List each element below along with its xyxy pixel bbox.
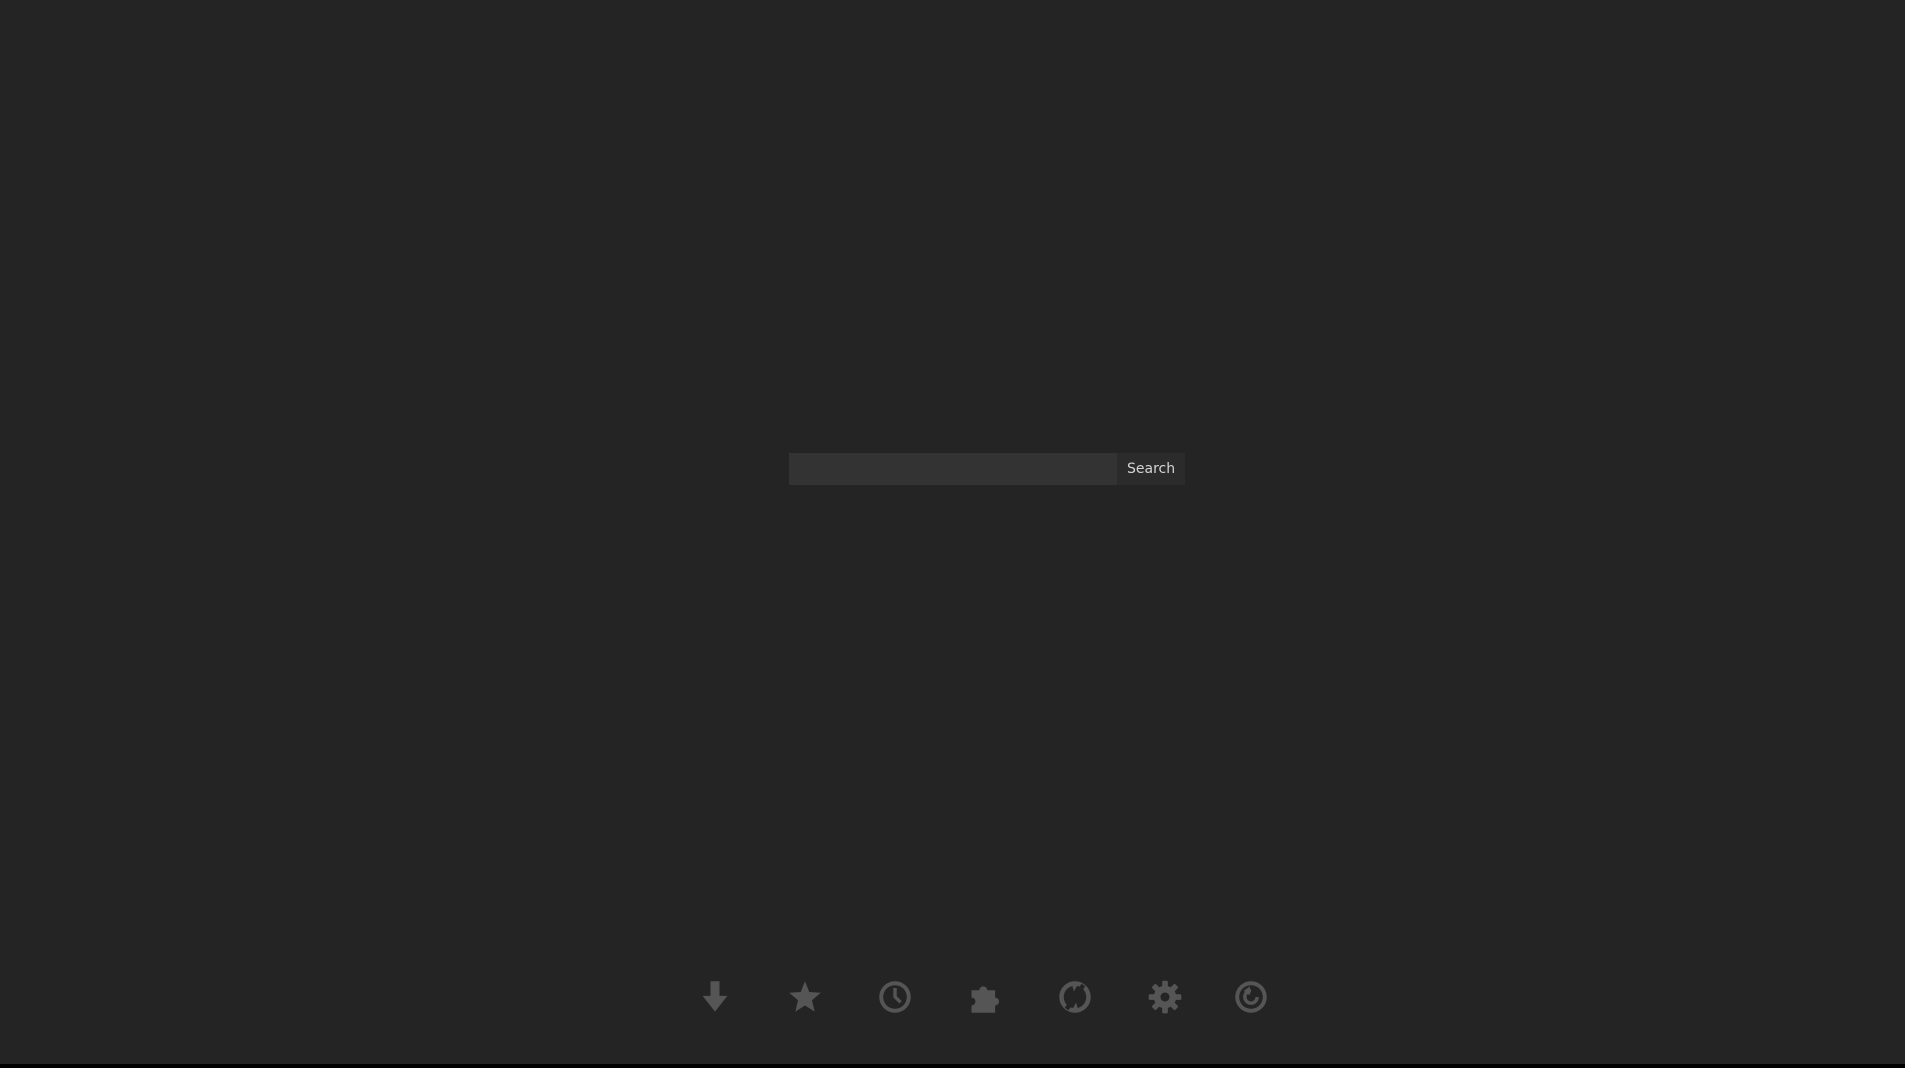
sync-icon — [1059, 981, 1091, 1013]
search-button[interactable]: Search — [1117, 453, 1186, 485]
settings-button[interactable] — [1143, 975, 1187, 1019]
clock-icon — [879, 981, 911, 1013]
new-tab-page: Search — [0, 0, 1905, 1064]
search-form: Search — [789, 453, 1186, 485]
history-button[interactable] — [873, 975, 917, 1019]
puzzle-piece-icon — [971, 986, 1000, 1013]
bottom-toolbar — [0, 975, 1905, 1019]
extensions-button[interactable] — [963, 975, 1007, 1019]
downloads-button[interactable] — [693, 975, 737, 1019]
restore-session-button[interactable] — [1229, 975, 1273, 1019]
search-input[interactable] — [789, 453, 1117, 485]
bookmarks-button[interactable] — [783, 975, 827, 1019]
sync-button[interactable] — [1053, 975, 1097, 1019]
star-icon — [789, 981, 821, 1012]
download-arrow-icon — [702, 981, 728, 1012]
gear-icon — [1148, 980, 1182, 1014]
restore-icon — [1235, 981, 1267, 1013]
